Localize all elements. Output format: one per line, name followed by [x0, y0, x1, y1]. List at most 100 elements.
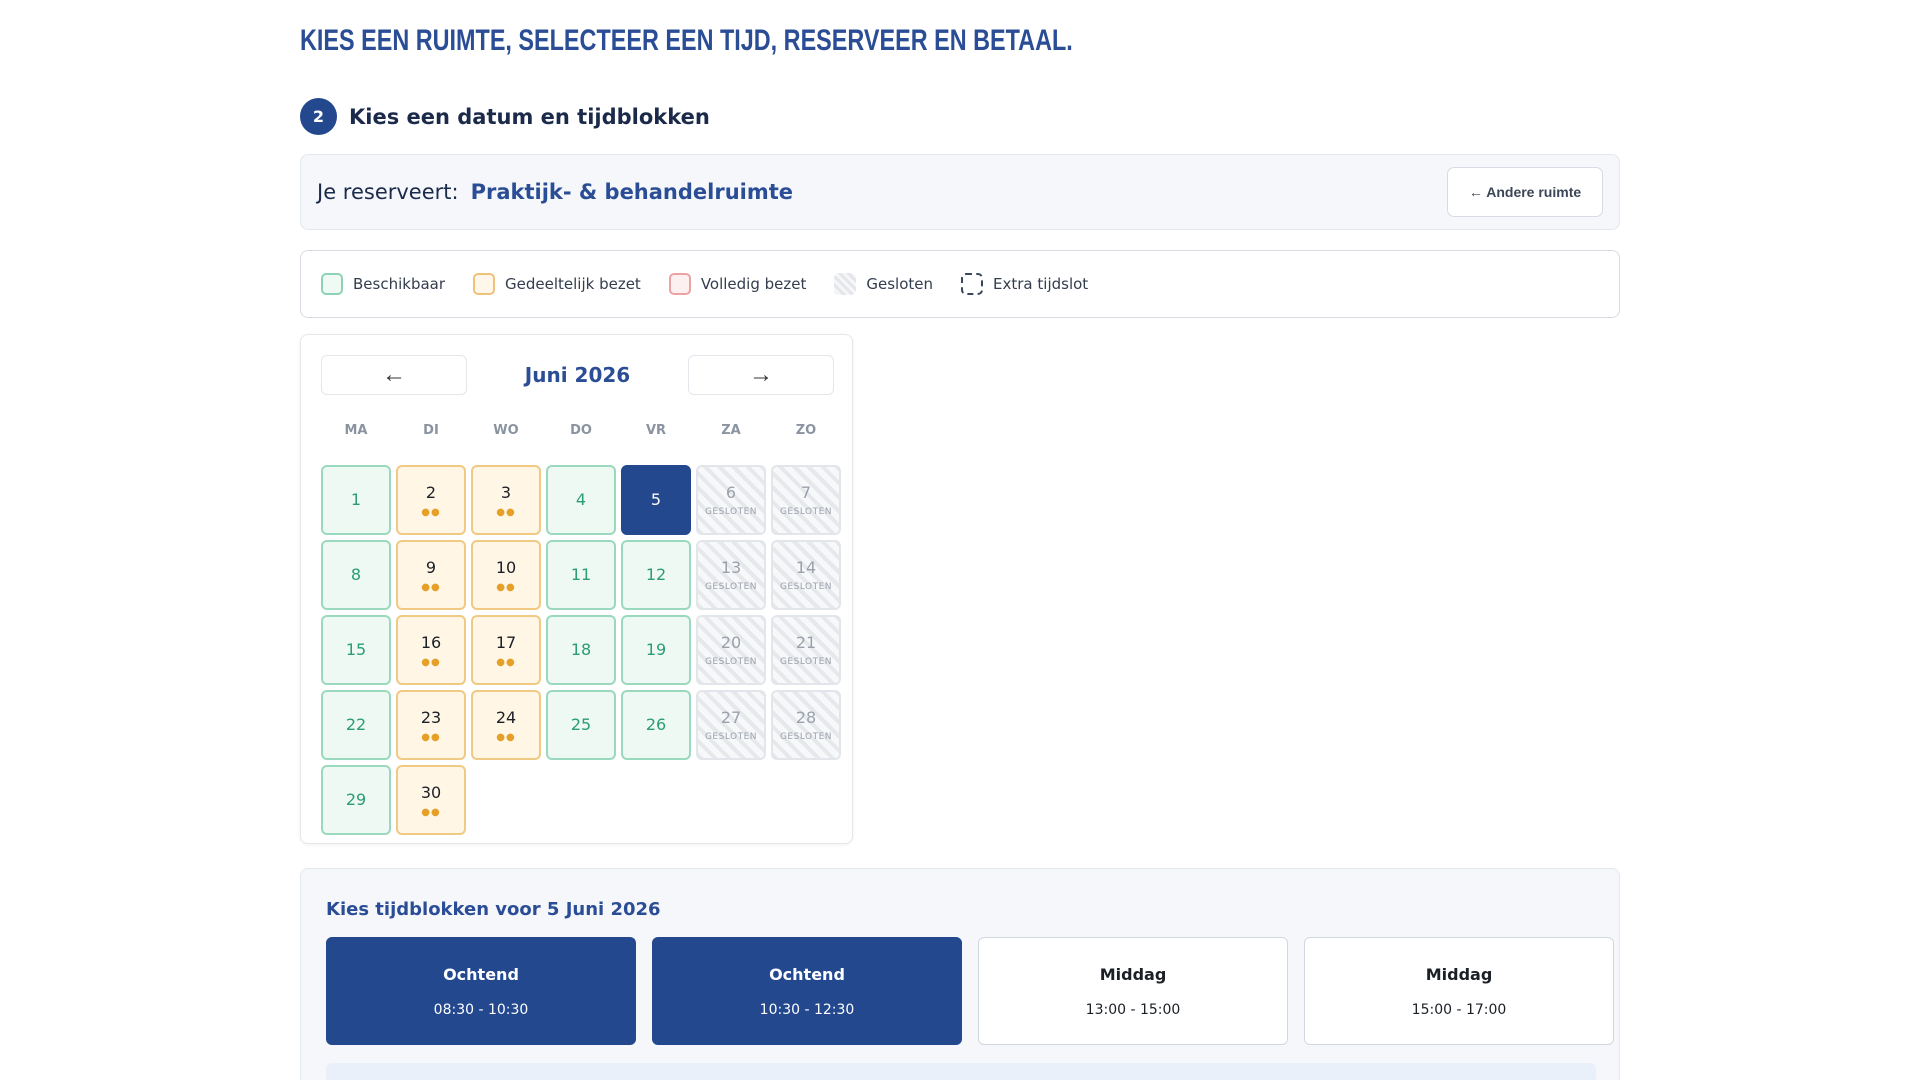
legend-item-full: Volledig bezet [668, 273, 807, 295]
day-number: 25 [570, 715, 592, 734]
day-number: 13 [720, 558, 742, 577]
closed-label: GESLOTEN [779, 732, 833, 742]
partial-booking-dots-icon: ●● [421, 807, 441, 818]
day-number: 10 [495, 558, 517, 577]
day-number: 26 [645, 715, 667, 734]
calendar-day[interactable]: 5 [621, 465, 691, 535]
timeblock-time: 08:30 - 10:30 [433, 1001, 529, 1018]
available-swatch [321, 273, 343, 295]
next-month-button[interactable]: → [688, 355, 834, 395]
timeblock-button[interactable]: Ochtend 08:30 - 10:30 [326, 937, 636, 1045]
day-number: 21 [795, 633, 817, 652]
timeblock-time: 15:00 - 17:00 [1411, 1001, 1507, 1018]
legend-item-extra: Extra tijdslot [961, 273, 1088, 295]
partial-booking-dots-icon: ●● [496, 507, 516, 518]
day-number: 27 [720, 708, 742, 727]
timeblocks-title: Kies tijdblokken voor 5 Juni 2026 [326, 899, 661, 920]
legend-label: Volledig bezet [700, 275, 807, 293]
calendar-day[interactable]: 17 ●● [471, 615, 541, 685]
legend-item-partial: Gedeeltelijk bezet [473, 273, 641, 295]
legend-label: Beschikbaar [353, 275, 446, 293]
day-number: 22 [345, 715, 367, 734]
availability-legend: Beschikbaar Gedeeltelijk bezet Volledig … [300, 250, 1620, 318]
calendar-day[interactable]: 8 [321, 540, 391, 610]
calendar-day[interactable]: 24 ●● [471, 690, 541, 760]
day-number: 19 [645, 640, 667, 659]
day-number: 24 [495, 708, 517, 727]
timeblock-name: Middag [1425, 964, 1493, 984]
partial-booking-dots-icon: ●● [496, 657, 516, 668]
partial-booking-dots-icon: ●● [421, 732, 441, 743]
calendar-day: 21 GESLOTEN [771, 615, 841, 685]
closed-label: GESLOTEN [704, 507, 758, 517]
calendar-day[interactable]: 29 [321, 765, 391, 835]
day-number: 4 [575, 490, 587, 509]
calendar-day: 13 GESLOTEN [696, 540, 766, 610]
timeblock-time: 10:30 - 12:30 [759, 1001, 855, 1018]
timeblock-name: Ochtend [443, 964, 519, 984]
timeblock-button[interactable]: Middag 15:00 - 17:00 [1304, 937, 1614, 1045]
day-number: 18 [570, 640, 592, 659]
weekday-header: DI [423, 423, 439, 438]
calendar-day[interactable]: 25 [546, 690, 616, 760]
legend-label: Gedeeltelijk bezet [505, 275, 641, 293]
day-number: 6 [725, 483, 737, 502]
timeblock-button[interactable]: Ochtend 10:30 - 12:30 [652, 937, 962, 1045]
reservation-room-name: Praktijk- & behandelruimte [470, 180, 794, 204]
legend-item-available: Beschikbaar [321, 273, 445, 295]
calendar-day[interactable]: 22 [321, 690, 391, 760]
partial-booking-dots-icon: ●● [421, 582, 441, 593]
day-number: 2 [425, 483, 437, 502]
weekday-header: VR [645, 423, 667, 438]
day-number: 20 [720, 633, 742, 652]
closed-swatch [834, 273, 857, 295]
step-header: 2 Kies een datum en tijdblokken [300, 98, 710, 135]
calendar-day[interactable]: 4 [546, 465, 616, 535]
step-title: Kies een datum en tijdblokken [349, 104, 710, 129]
calendar-day[interactable]: 15 [321, 615, 391, 685]
weekday-header: DO [570, 423, 592, 438]
calendar-day[interactable]: 30 ●● [396, 765, 466, 835]
closed-label: GESLOTEN [779, 582, 833, 592]
extra-slot-swatch [961, 273, 984, 295]
calendar-day[interactable]: 16 ●● [396, 615, 466, 685]
timeblock-time: 13:00 - 15:00 [1085, 1001, 1181, 1018]
calendar-day[interactable]: 2 ●● [396, 465, 466, 535]
calendar-day[interactable]: 9 ●● [396, 540, 466, 610]
closed-label: GESLOTEN [779, 507, 833, 517]
timeblock-button[interactable]: Middag 13:00 - 15:00 [978, 937, 1288, 1045]
day-number: 1 [350, 490, 362, 509]
calendar-day[interactable]: 11 [546, 540, 616, 610]
other-room-button[interactable]: ← Andere ruimte [1447, 167, 1603, 217]
day-number: 3 [500, 483, 512, 502]
day-number: 29 [345, 790, 367, 809]
calendar-day[interactable]: 3 ●● [471, 465, 541, 535]
calendar-day[interactable]: 23 ●● [396, 690, 466, 760]
full-swatch [668, 273, 691, 295]
partial-booking-dots-icon: ●● [496, 582, 516, 593]
reservation-summary: Je reserveert: Praktijk- & behandelruimt… [300, 154, 1620, 230]
calendar-day[interactable]: 1 [321, 465, 391, 535]
timeblocks-panel: Kies tijdblokken voor 5 Juni 2026 Ochten… [300, 868, 1620, 1080]
calendar-day[interactable]: 19 [621, 615, 691, 685]
partial-booking-dots-icon: ●● [496, 732, 516, 743]
calendar-day: 27 GESLOTEN [696, 690, 766, 760]
partial-booking-dots-icon: ●● [421, 507, 441, 518]
day-number: 17 [495, 633, 517, 652]
weekday-header: ZO [795, 423, 817, 438]
legend-label: Gesloten [866, 275, 934, 293]
day-number: 9 [425, 558, 437, 577]
legend-item-closed: Gesloten [834, 273, 933, 295]
day-number: 16 [420, 633, 442, 652]
calendar-day[interactable]: 26 [621, 690, 691, 760]
weekday-header: WO [493, 423, 519, 438]
day-number: 11 [570, 565, 592, 584]
calendar-day[interactable]: 18 [546, 615, 616, 685]
reservation-label: Je reserveert: [317, 180, 459, 204]
step-number-badge: 2 [300, 98, 337, 135]
timeblock-name: Middag [1099, 964, 1167, 984]
closed-label: GESLOTEN [704, 732, 758, 742]
calendar-day: 14 GESLOTEN [771, 540, 841, 610]
calendar-day[interactable]: 12 [621, 540, 691, 610]
calendar-day[interactable]: 10 ●● [471, 540, 541, 610]
